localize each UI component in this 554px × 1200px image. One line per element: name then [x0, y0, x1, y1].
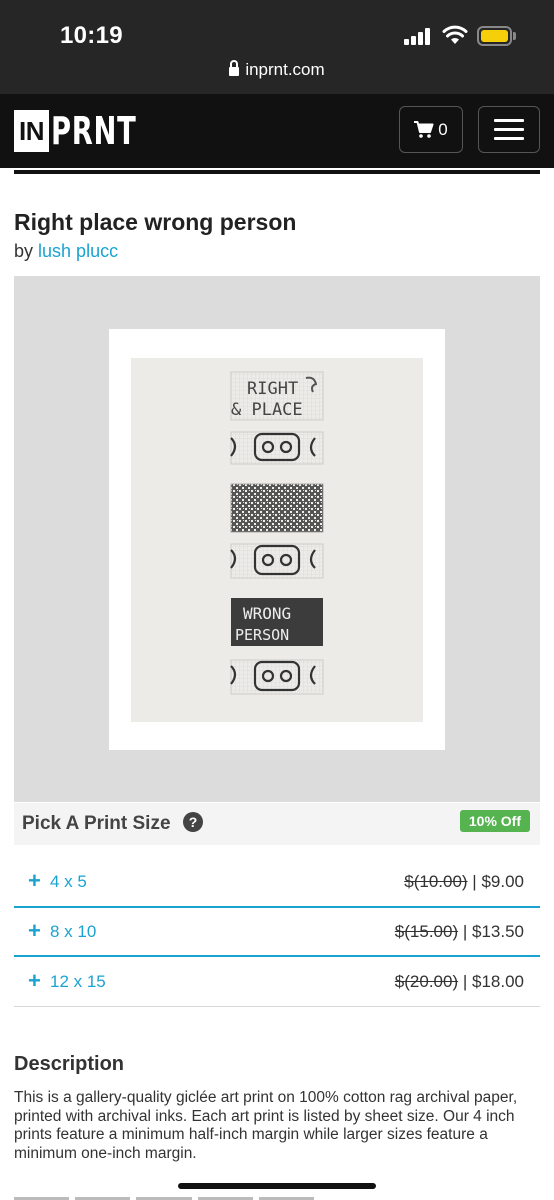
old-price: $(15.00) [394, 922, 459, 941]
cart-button[interactable]: 0 [399, 106, 463, 153]
plus-icon: + [28, 968, 41, 993]
by-prefix: by [14, 241, 34, 261]
size-option-4x5[interactable]: + 4 x 5 $(10.00) | $9.00 [14, 857, 540, 906]
size-label: 8 x 10 [50, 922, 97, 941]
size-row-border [14, 1006, 540, 1007]
old-price: $(10.00) [404, 872, 468, 891]
discount-badge: 10% Off [459, 810, 530, 832]
size-price: $(15.00) | $13.50 [394, 922, 524, 941]
cart-count: 0 [438, 119, 448, 139]
header-divider [14, 170, 540, 174]
logo-in: IN [14, 110, 49, 152]
status-bar: 10:19 [0, 0, 554, 58]
description-text: This is a gallery-quality giclée art pri… [14, 1089, 518, 1162]
status-time: 10:19 [60, 22, 123, 49]
description-heading: Description [14, 1053, 125, 1075]
old-price: $(20.00) [394, 972, 459, 991]
hamburger-icon-bar [494, 128, 524, 131]
new-price: $18.00 [472, 972, 524, 991]
print-size-title: Pick A Print Size [22, 813, 171, 834]
artwork-text-person: PERSON [235, 626, 289, 644]
help-icon[interactable]: ? [183, 812, 203, 832]
lock-icon [229, 60, 240, 77]
logo-prnt: PRNT [51, 109, 137, 153]
cart-icon [414, 120, 434, 138]
wifi-icon [442, 25, 468, 44]
size-price: $(20.00) | $18.00 [394, 972, 524, 991]
hamburger-icon-bar [494, 119, 524, 122]
size-label: 12 x 15 [50, 972, 106, 991]
print-sheet: RIGHT & PLACE WRONG PERSON [109, 329, 445, 750]
new-price: $9.00 [481, 872, 524, 891]
print-size-header: Pick A Print Size ? 10% Off [14, 803, 540, 845]
plus-icon: + [28, 868, 41, 893]
size-price: $(10.00) | $9.00 [404, 872, 524, 891]
artwork-text-wrong: WRONG [243, 604, 291, 623]
artwork-text-right: RIGHT [247, 379, 298, 399]
url-text: inprnt.com [245, 60, 325, 79]
product-image-area[interactable]: RIGHT & PLACE WRONG PERSON [14, 276, 540, 802]
artist-link[interactable]: lush plucc [38, 241, 118, 261]
site-header: IN PRNT 0 [0, 94, 554, 168]
product-title: Right place wrong person [14, 209, 297, 235]
artwork-image: RIGHT & PLACE WRONG PERSON [131, 358, 423, 722]
artwork-text-place: & PLACE [231, 400, 303, 420]
browser-url-bar[interactable]: inprnt.com [0, 58, 554, 94]
cellular-signal-icon [404, 27, 434, 45]
new-price: $13.50 [472, 922, 524, 941]
battery-icon [477, 26, 517, 46]
size-option-8x10[interactable]: + 8 x 10 $(15.00) | $13.50 [14, 907, 540, 956]
plus-icon: + [28, 918, 41, 943]
byline: by lush plucc [14, 241, 118, 262]
menu-button[interactable] [478, 106, 540, 153]
size-option-12x15[interactable]: + 12 x 15 $(20.00) | $18.00 [14, 957, 540, 1006]
inprnt-logo[interactable]: IN PRNT [14, 109, 170, 153]
home-indicator [178, 1183, 376, 1189]
size-label: 4 x 5 [50, 872, 87, 891]
artwork-illustration: RIGHT & PLACE WRONG PERSON [230, 371, 324, 695]
hamburger-icon-bar [494, 137, 524, 140]
